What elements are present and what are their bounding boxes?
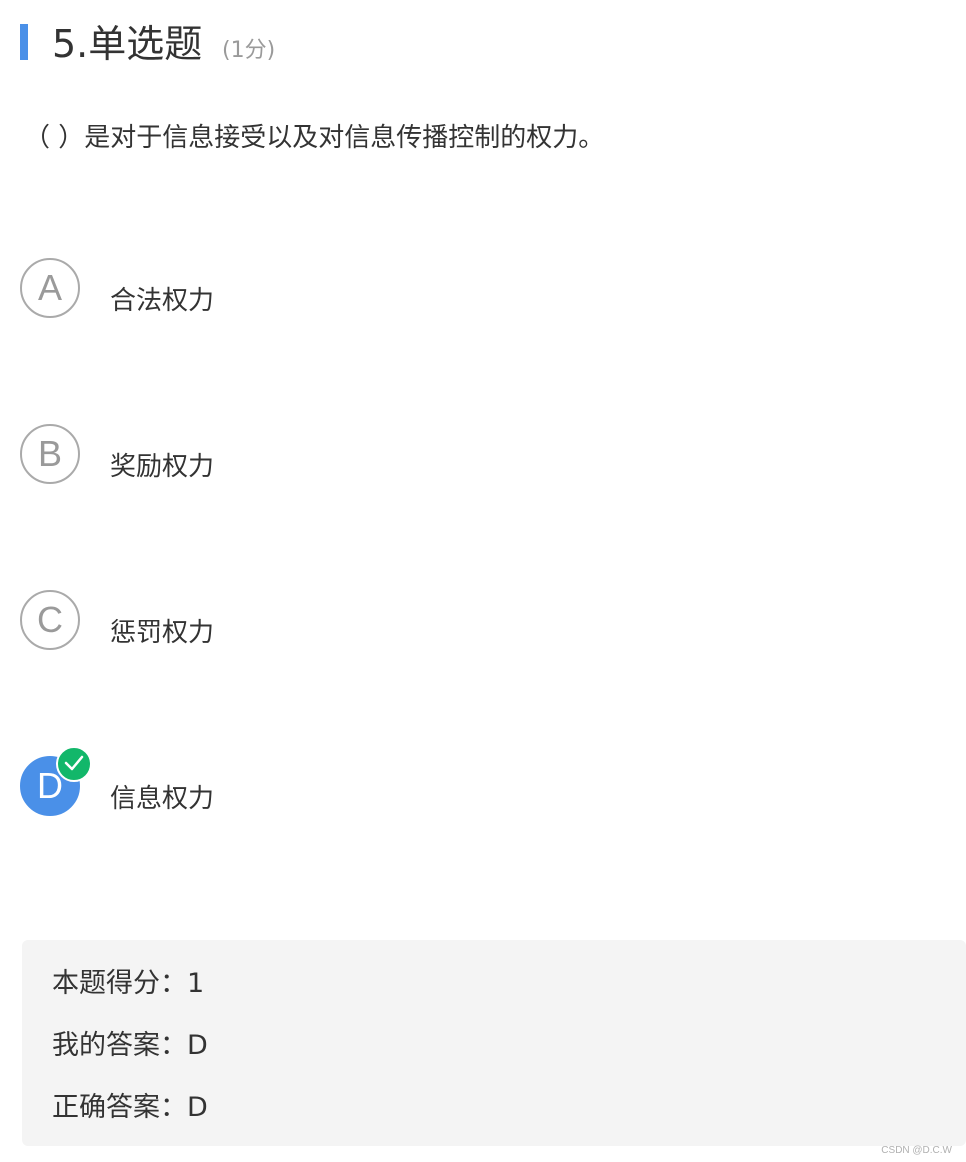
option-a-text: 合法权力 — [110, 286, 215, 316]
question-stem: （ ）是对于信息接受以及对信息传播控制的权力。 — [24, 123, 605, 153]
question-page: 5.单选题 (1分) （ ）是对于信息接受以及对信息传播控制的权力。 A 合法权… — [0, 0, 966, 1162]
option-b-text: 奖励权力 — [110, 452, 215, 482]
question-type-title: 5.单选题 — [52, 22, 203, 66]
option-b-letter-badge[interactable]: B — [20, 424, 80, 484]
option-c-letter-badge[interactable]: C — [20, 590, 80, 650]
question-score-hint: (1分) — [222, 38, 276, 63]
option-d[interactable]: D 信息权力 — [20, 746, 500, 820]
option-d-text: 信息权力 — [110, 784, 215, 814]
option-a-letter-badge[interactable]: A — [20, 258, 80, 318]
csdn-watermark: CSDN @D.C.W — [881, 1145, 952, 1156]
score-line: 本题得分：1 — [52, 968, 205, 999]
answer-result-panel: 本题得分：1 我的答案：D 正确答案：D — [22, 940, 966, 1146]
correct-answer-line: 正确答案：D — [52, 1092, 208, 1123]
option-b[interactable]: B 奖励权力 — [20, 424, 500, 488]
title-accent-bar — [20, 24, 28, 60]
option-a[interactable]: A 合法权力 — [20, 258, 500, 322]
my-answer-line: 我的答案：D — [52, 1030, 208, 1061]
option-c[interactable]: C 惩罚权力 — [20, 590, 500, 654]
correct-check-icon — [56, 746, 92, 782]
option-c-text: 惩罚权力 — [110, 618, 215, 648]
